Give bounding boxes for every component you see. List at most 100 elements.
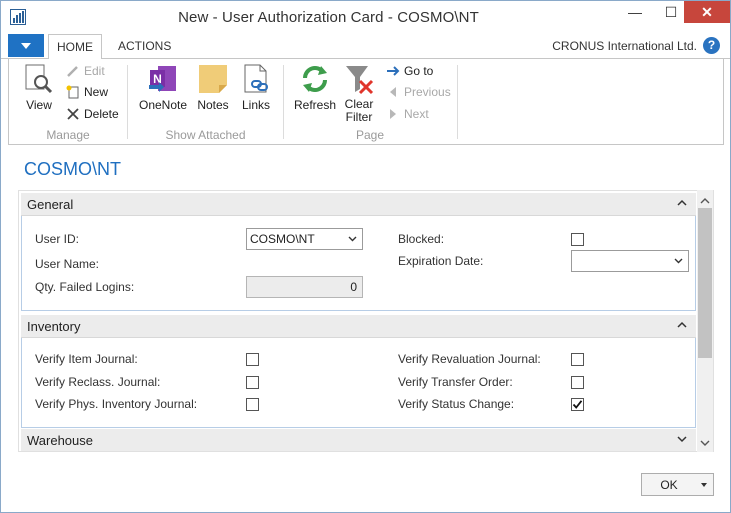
verify-status-change-checkbox[interactable]: [571, 398, 584, 411]
scroll-down-icon[interactable]: [700, 440, 710, 446]
failed-logins-label: Qty. Failed Logins:: [35, 280, 135, 294]
blocked-checkbox[interactable]: [571, 233, 584, 246]
group-show-attached: N OneNote Notes Links Show Attached: [128, 59, 283, 145]
inventory-item-label: Verify Reclass. Journal:: [35, 375, 161, 389]
fasttab-inventory-body: Verify Item Journal: Verify Reclass. Jou…: [21, 338, 696, 428]
user-name-label: User Name:: [35, 257, 100, 271]
blocked-label: Blocked:: [398, 232, 445, 246]
title-bar: New - User Authorization Card - COSMO\NT…: [1, 1, 730, 33]
refresh-button[interactable]: Refresh: [293, 63, 337, 112]
help-icon[interactable]: ?: [703, 37, 720, 54]
view-icon: [25, 64, 53, 94]
group-label-page: Page: [355, 128, 385, 142]
new-label: New: [84, 85, 109, 99]
expiration-date-label: Expiration Date:: [398, 254, 484, 268]
edit-label: Edit: [84, 64, 105, 78]
fasttab-warehouse: Warehouse: [21, 429, 696, 451]
close-button[interactable]: ✕: [684, 1, 730, 23]
chevron-down-icon: [21, 42, 31, 49]
refresh-label: Refresh: [293, 98, 337, 112]
title-redacted: [482, 11, 553, 26]
onenote-button[interactable]: N OneNote: [137, 63, 189, 112]
group-page: Refresh Clear Filter Go to Previous Next…: [284, 59, 456, 145]
card-content: General User ID: COSMO\NT User Name: Qty…: [18, 190, 714, 452]
next-button[interactable]: Next: [386, 104, 429, 124]
chevron-down-icon[interactable]: [701, 483, 707, 487]
user-id-value: COSMO\NT: [250, 232, 315, 246]
scrollbar-thumb[interactable]: [698, 208, 712, 358]
inventory-item-label: Verify Transfer Order:: [398, 375, 513, 389]
onenote-label: OneNote: [138, 98, 188, 112]
verify-phys-inventory-journal-checkbox[interactable]: [246, 398, 259, 411]
fasttab-general-title: General: [27, 197, 74, 212]
links-icon: [244, 64, 268, 93]
fasttab-warehouse-title: Warehouse: [27, 433, 93, 448]
verify-item-journal-checkbox[interactable]: [246, 353, 259, 366]
fasttab-inventory-title: Inventory: [27, 319, 81, 334]
group-manage: View Edit New Delete Manage: [9, 59, 127, 145]
new-button[interactable]: New: [66, 82, 108, 102]
notes-label: Notes: [197, 98, 229, 112]
ok-button[interactable]: OK: [641, 473, 714, 496]
view-label: View: [26, 98, 52, 112]
ok-label: OK: [660, 478, 678, 492]
fasttab-general-header[interactable]: General: [21, 193, 696, 216]
inventory-item-label: Verify Revaluation Journal:: [398, 352, 541, 366]
previous-icon: [390, 87, 396, 97]
verify-revaluation-journal-checkbox[interactable]: [571, 353, 584, 366]
group-label-manage: Manage: [46, 128, 90, 142]
clear-filter-label-1: Clear: [344, 97, 374, 111]
tab-home[interactable]: HOME: [48, 34, 102, 60]
view-button[interactable]: View: [21, 63, 57, 112]
goto-label: Go to: [404, 64, 434, 78]
chevron-down-icon[interactable]: [677, 434, 687, 444]
links-label: Links: [241, 98, 270, 112]
verify-reclass-journal-checkbox[interactable]: [246, 376, 259, 389]
vertical-scrollbar[interactable]: [697, 190, 713, 452]
fasttab-general: General User ID: COSMO\NT User Name: Qty…: [21, 193, 696, 311]
fasttab-inventory: Inventory Verify Item Journal: Verify Re…: [21, 315, 696, 428]
arrow-right-icon: [387, 66, 400, 76]
previous-label: Previous: [404, 85, 451, 99]
clear-filter-button[interactable]: Clear Filter: [341, 63, 377, 124]
user-id-field[interactable]: COSMO\NT: [246, 228, 363, 250]
delete-x-icon: [67, 108, 79, 120]
ribbon: View Edit New Delete Manage N OneNote No…: [8, 59, 724, 145]
next-label: Next: [404, 107, 429, 121]
chevron-up-icon[interactable]: [677, 320, 687, 330]
company-name[interactable]: CRONUS International Ltd.: [552, 39, 697, 53]
notes-icon: [199, 65, 227, 93]
checkmark-icon: [572, 400, 583, 409]
refresh-icon: [303, 66, 327, 92]
ribbon-separator: [457, 65, 458, 139]
fasttab-warehouse-header[interactable]: Warehouse: [21, 429, 696, 451]
delete-button[interactable]: Delete: [66, 104, 119, 124]
group-label-show-attached: Show Attached: [165, 128, 246, 142]
chevron-down-icon[interactable]: [348, 236, 357, 242]
fasttab-general-body: User ID: COSMO\NT User Name: Qty. Failed…: [21, 216, 696, 311]
ribbon-tab-row: HOME ACTIONS CRONUS International Ltd. ?: [1, 33, 730, 60]
inventory-item-label: Verify Phys. Inventory Journal:: [35, 397, 198, 411]
clear-filter-icon: [346, 66, 374, 95]
goto-button[interactable]: Go to: [386, 61, 433, 81]
app-window: New - User Authorization Card - COSMO\NT…: [0, 0, 731, 513]
verify-transfer-order-checkbox[interactable]: [571, 376, 584, 389]
inventory-item-label: Verify Status Change:: [398, 397, 515, 411]
window-title-text: New - User Authorization Card - COSMO\NT: [178, 9, 479, 26]
delete-label: Delete: [84, 107, 119, 121]
chevron-down-icon[interactable]: [674, 258, 683, 264]
failed-logins-field: 0: [246, 276, 363, 298]
chevron-up-icon[interactable]: [677, 198, 687, 208]
user-id-label: User ID:: [35, 232, 80, 246]
clear-filter-label-2: Filter: [345, 110, 373, 124]
expiration-date-field[interactable]: [571, 250, 689, 272]
links-button[interactable]: Links: [239, 63, 273, 112]
fasttab-inventory-header[interactable]: Inventory: [21, 315, 696, 338]
notes-button[interactable]: Notes: [194, 63, 232, 112]
scroll-up-icon[interactable]: [700, 198, 710, 204]
onenote-icon: N: [149, 66, 176, 92]
tab-actions[interactable]: ACTIONS: [110, 34, 179, 59]
application-menu-button[interactable]: [8, 34, 44, 57]
previous-button[interactable]: Previous: [386, 82, 451, 102]
edit-button[interactable]: Edit: [66, 61, 105, 81]
